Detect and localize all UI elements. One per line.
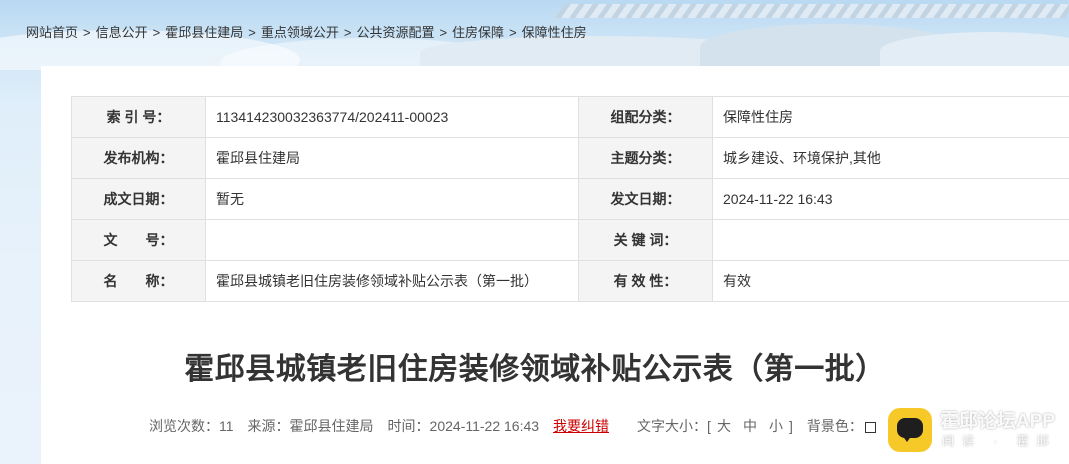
app-name: 霍邱论坛APP [940,411,1056,432]
metadata-table: 索 引 号： 113414230032363774/202411-00023 组… [71,96,1069,302]
keywords-label: 关 键 词： [578,219,713,261]
article-info-bar: 浏览次数：11 来源：霍邱县住建局 时间：2024-11-22 16:43 我要纠错 文… [149,416,876,436]
breadcrumb-public-resources[interactable]: 公共资源配置 [356,25,434,40]
category-value: 保障性住房 [712,96,1069,138]
validity-label: 有 效 性： [578,260,713,302]
name-label: 名 称： [71,260,206,302]
dam-decoration [555,4,1069,18]
doc-number-label: 文 号： [71,219,206,261]
category-label: 组配分类： [578,96,713,138]
breadcrumb-key-areas[interactable]: 重点领域公开 [261,25,339,40]
source-label: 来源： [247,418,290,434]
breadcrumb-affordable-housing[interactable]: 保障性住房 [522,25,587,40]
topic-label: 主题分类： [578,137,713,179]
report-error-link[interactable]: 我要纠错 [553,418,609,434]
time-label: 时间： [387,418,430,434]
breadcrumb-separator: > [509,25,517,40]
publisher-label: 发布机构： [71,137,206,179]
views-label: 浏览次数： [149,418,219,434]
table-row: 索 引 号： 113414230032363774/202411-00023 组… [71,96,1069,138]
mountain-decoration [420,36,780,70]
breadcrumb-home[interactable]: 网站首页 [26,25,78,40]
publisher-value: 霍邱县住建局 [205,137,579,179]
table-row: 成文日期： 暂无 发文日期： 2024-11-22 16:43 [71,178,1069,220]
breadcrumb-housing-security[interactable]: 住房保障 [452,25,504,40]
doc-number-value [205,219,579,261]
chat-bubble-icon [888,408,932,452]
article-title: 霍邱县城镇老旧住房装修领域补贴公示表（第一批） [184,352,886,387]
topic-value: 城乡建设、环境保护,其他 [712,137,1069,179]
breadcrumb: 网站首页 > 信息公开 > 霍邱县住建局 > 重点领域公开 > 公共资源配置 > 住房保障 > 保障性住… [26,22,587,41]
validity-value: 有效 [712,260,1069,302]
table-row: 发布机构： 霍邱县住建局 主题分类： 城乡建设、环境保护,其他 [71,137,1069,179]
time-value: 2024-11-22 16:43 [429,418,540,434]
background-swatch-white[interactable] [864,421,876,433]
font-size-large-button[interactable]: 大 [717,418,731,434]
breadcrumb-separator: > [439,25,448,40]
breadcrumb-info-public[interactable]: 信息公开 [96,25,148,40]
issued-date-value: 2024-11-22 16:43 [712,178,1069,220]
breadcrumb-separator: > [152,25,161,40]
created-date-value: 暂无 [205,178,579,220]
font-size-medium-button[interactable]: 中 [743,418,757,434]
created-date-label: 成文日期： [71,178,206,220]
font-size-bracket: ] [788,418,793,434]
breadcrumb-housing-bureau[interactable]: 霍邱县住建局 [165,25,243,40]
keywords-value [712,219,1069,261]
mountain-decoration [880,32,1069,70]
index-value: 113414230032363774/202411-00023 [205,96,579,138]
issued-date-label: 发文日期： [578,178,713,220]
breadcrumb-separator: > [343,25,352,40]
breadcrumb-separator: > [83,25,91,40]
font-size-label: 文字大小：[ [637,418,711,434]
background-color-label: 背景色： [806,418,863,434]
app-promo-badge[interactable]: 霍邱论坛APP 阅读 · 霍邱 [884,404,1069,464]
chat-bubble-inner [897,418,923,442]
breadcrumb-separator: > [248,25,256,40]
index-label: 索 引 号： [71,96,206,138]
views-count: 11 [219,418,234,434]
source-value: 霍邱县住建局 [289,418,374,434]
name-value: 霍邱县城镇老旧住房装修领域补贴公示表（第一批） [205,260,579,302]
table-row: 名 称： 霍邱县城镇老旧住房装修领域补贴公示表（第一批） 有 效 性： 有效 [71,260,1069,302]
app-subtitle: 阅读 · 霍邱 [942,434,1057,448]
mountain-decoration [700,24,960,70]
table-row: 文 号： 关 键 词： [71,219,1069,261]
font-size-small-button[interactable]: 小 [769,418,783,434]
